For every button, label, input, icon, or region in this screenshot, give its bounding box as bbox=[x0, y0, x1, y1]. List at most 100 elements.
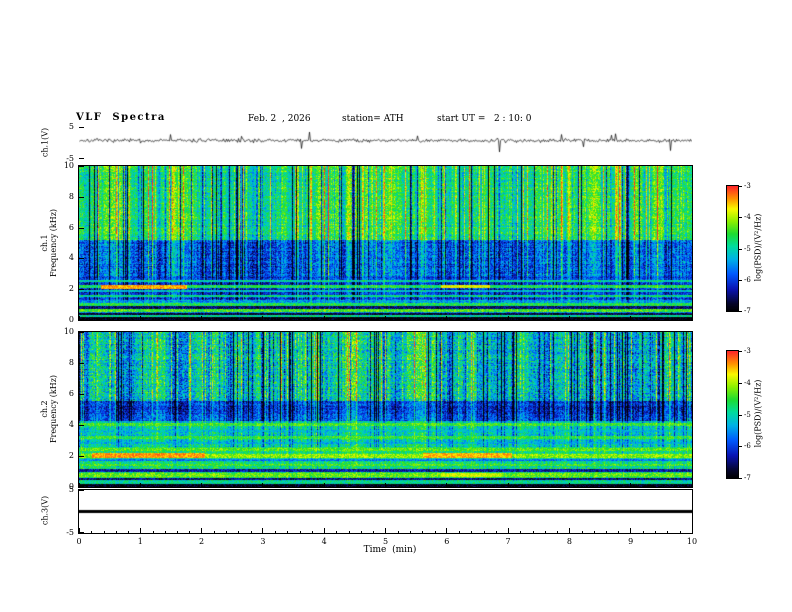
ch1-frequency-axis-label: ch.1 Frequency (kHz) bbox=[40, 198, 58, 288]
y-tick-mark bbox=[79, 425, 84, 426]
y-tick-label: 8 bbox=[68, 191, 74, 201]
x-minor-tick-mark bbox=[655, 530, 657, 533]
y-tick-mark bbox=[79, 289, 84, 291]
x-tick-label: 8 bbox=[566, 537, 572, 546]
x-minor-tick-mark bbox=[422, 530, 424, 533]
x-minor-tick-mark bbox=[299, 530, 301, 533]
x-tick-mark bbox=[691, 316, 693, 320]
x-minor-tick-mark bbox=[311, 530, 313, 533]
x-minor-tick-mark bbox=[581, 530, 583, 533]
colorbar-tick-mark bbox=[739, 478, 742, 479]
y-tick-label: 5 bbox=[68, 122, 74, 131]
x-tick-mark bbox=[385, 483, 386, 487]
x-tick-mark bbox=[568, 316, 570, 320]
colorbar-tick-label: -7 bbox=[744, 474, 751, 482]
x-minor-tick-mark bbox=[238, 530, 240, 533]
x-tick-mark bbox=[139, 483, 141, 487]
y-tick-label: 6 bbox=[68, 389, 74, 398]
y-tick-mark bbox=[79, 127, 84, 128]
x-minor-tick-mark bbox=[532, 530, 534, 533]
y-tick-label: 5 bbox=[68, 485, 74, 494]
x-tick-mark bbox=[201, 528, 203, 533]
y-tick-label: 4 bbox=[68, 420, 74, 429]
y-tick-mark bbox=[79, 166, 84, 167]
y-tick-label: 0 bbox=[68, 315, 74, 324]
start-ut-label: start UT = 2 : 10: 0 bbox=[437, 114, 532, 124]
y-tick-label: 2 bbox=[68, 284, 74, 294]
ch2-frequency-axis-label: ch.2 Frequency (kHz) bbox=[40, 364, 58, 454]
x-tick-mark bbox=[201, 483, 203, 487]
ch1-waveform-panel bbox=[79, 127, 692, 159]
colorbar-tick-label: -4 bbox=[744, 378, 751, 387]
y-tick-label: 8 bbox=[68, 358, 74, 367]
colorbar-tick-label: -6 bbox=[744, 442, 751, 451]
x-tick-label: 1 bbox=[137, 537, 143, 546]
x-minor-tick-mark bbox=[557, 530, 559, 533]
x-minor-tick-mark bbox=[593, 530, 595, 533]
y-tick-mark bbox=[79, 532, 84, 533]
ch1-axis-channel-label: ch.1 bbox=[40, 234, 49, 252]
x-tick-mark bbox=[201, 316, 203, 320]
y-tick-label: 4 bbox=[68, 253, 74, 263]
x-tick-mark bbox=[630, 528, 632, 533]
x-minor-tick-mark bbox=[336, 530, 338, 533]
x-minor-tick-mark bbox=[91, 530, 93, 533]
x-tick-mark bbox=[262, 528, 264, 533]
x-tick-label: 7 bbox=[505, 537, 511, 546]
x-tick-mark bbox=[507, 483, 509, 487]
colorbar-tick-mark bbox=[739, 186, 742, 187]
y-tick-mark bbox=[79, 394, 84, 395]
x-tick-mark bbox=[139, 316, 141, 320]
x-tick-label: 0 bbox=[76, 537, 82, 546]
x-tick-mark bbox=[323, 528, 325, 533]
x-minor-tick-mark bbox=[679, 530, 681, 533]
x-tick-mark bbox=[691, 483, 693, 487]
colorbar-tick-label: -7 bbox=[744, 307, 751, 315]
y-tick-mark bbox=[79, 363, 84, 364]
x-minor-tick-mark bbox=[520, 530, 522, 533]
x-tick-mark bbox=[262, 483, 264, 487]
x-tick-mark bbox=[139, 528, 141, 533]
colorbar-2-gradient bbox=[727, 351, 738, 478]
x-tick-mark bbox=[78, 528, 80, 533]
x-tick-label: 5 bbox=[382, 537, 389, 546]
colorbar-tick-mark bbox=[739, 217, 742, 219]
colorbar-1 bbox=[726, 185, 739, 312]
y-tick-mark bbox=[79, 486, 84, 487]
x-tick-mark bbox=[262, 316, 264, 320]
x-tick-mark bbox=[323, 316, 325, 320]
x-minor-tick-mark bbox=[275, 530, 277, 533]
colorbar-tick-mark bbox=[739, 446, 742, 448]
y-tick-mark bbox=[79, 158, 84, 159]
x-tick-mark bbox=[385, 316, 386, 320]
colorbar-2 bbox=[726, 350, 739, 479]
x-minor-tick-mark bbox=[226, 530, 228, 533]
colorbar-tick-mark bbox=[739, 248, 742, 250]
station-label: station= ATH bbox=[342, 114, 404, 124]
date-label: Feb. 2 , 2026 bbox=[248, 114, 311, 124]
ch2-axis-channel-label: ch.2 bbox=[40, 400, 49, 418]
y-tick-mark bbox=[79, 258, 84, 260]
x-minor-tick-mark bbox=[360, 530, 362, 533]
x-minor-tick-mark bbox=[495, 530, 497, 533]
x-minor-tick-mark bbox=[459, 530, 461, 533]
colorbar-tick-mark bbox=[739, 279, 742, 281]
x-tick-mark bbox=[568, 528, 570, 533]
x-tick-mark bbox=[78, 316, 80, 320]
y-tick-mark bbox=[79, 490, 84, 491]
colorbar-tick-mark bbox=[739, 382, 742, 384]
colorbar-tick-label: -3 bbox=[744, 347, 751, 355]
colorbar-tick-mark bbox=[739, 311, 742, 312]
x-minor-tick-mark bbox=[115, 530, 117, 533]
x-tick-mark bbox=[568, 483, 570, 487]
x-tick-mark bbox=[507, 528, 509, 533]
x-minor-tick-mark bbox=[483, 530, 485, 533]
plot-title: VLF Spectra bbox=[76, 112, 166, 123]
y-tick-mark bbox=[79, 319, 84, 320]
x-axis-title: Time (min) bbox=[363, 545, 417, 555]
x-tick-label: 2 bbox=[199, 537, 205, 546]
x-minor-tick-mark bbox=[103, 530, 105, 533]
x-tick-label: 10 bbox=[686, 537, 698, 546]
x-minor-tick-mark bbox=[250, 530, 252, 533]
ch1-voltage-axis-label: ch.1(V) bbox=[40, 127, 50, 158]
